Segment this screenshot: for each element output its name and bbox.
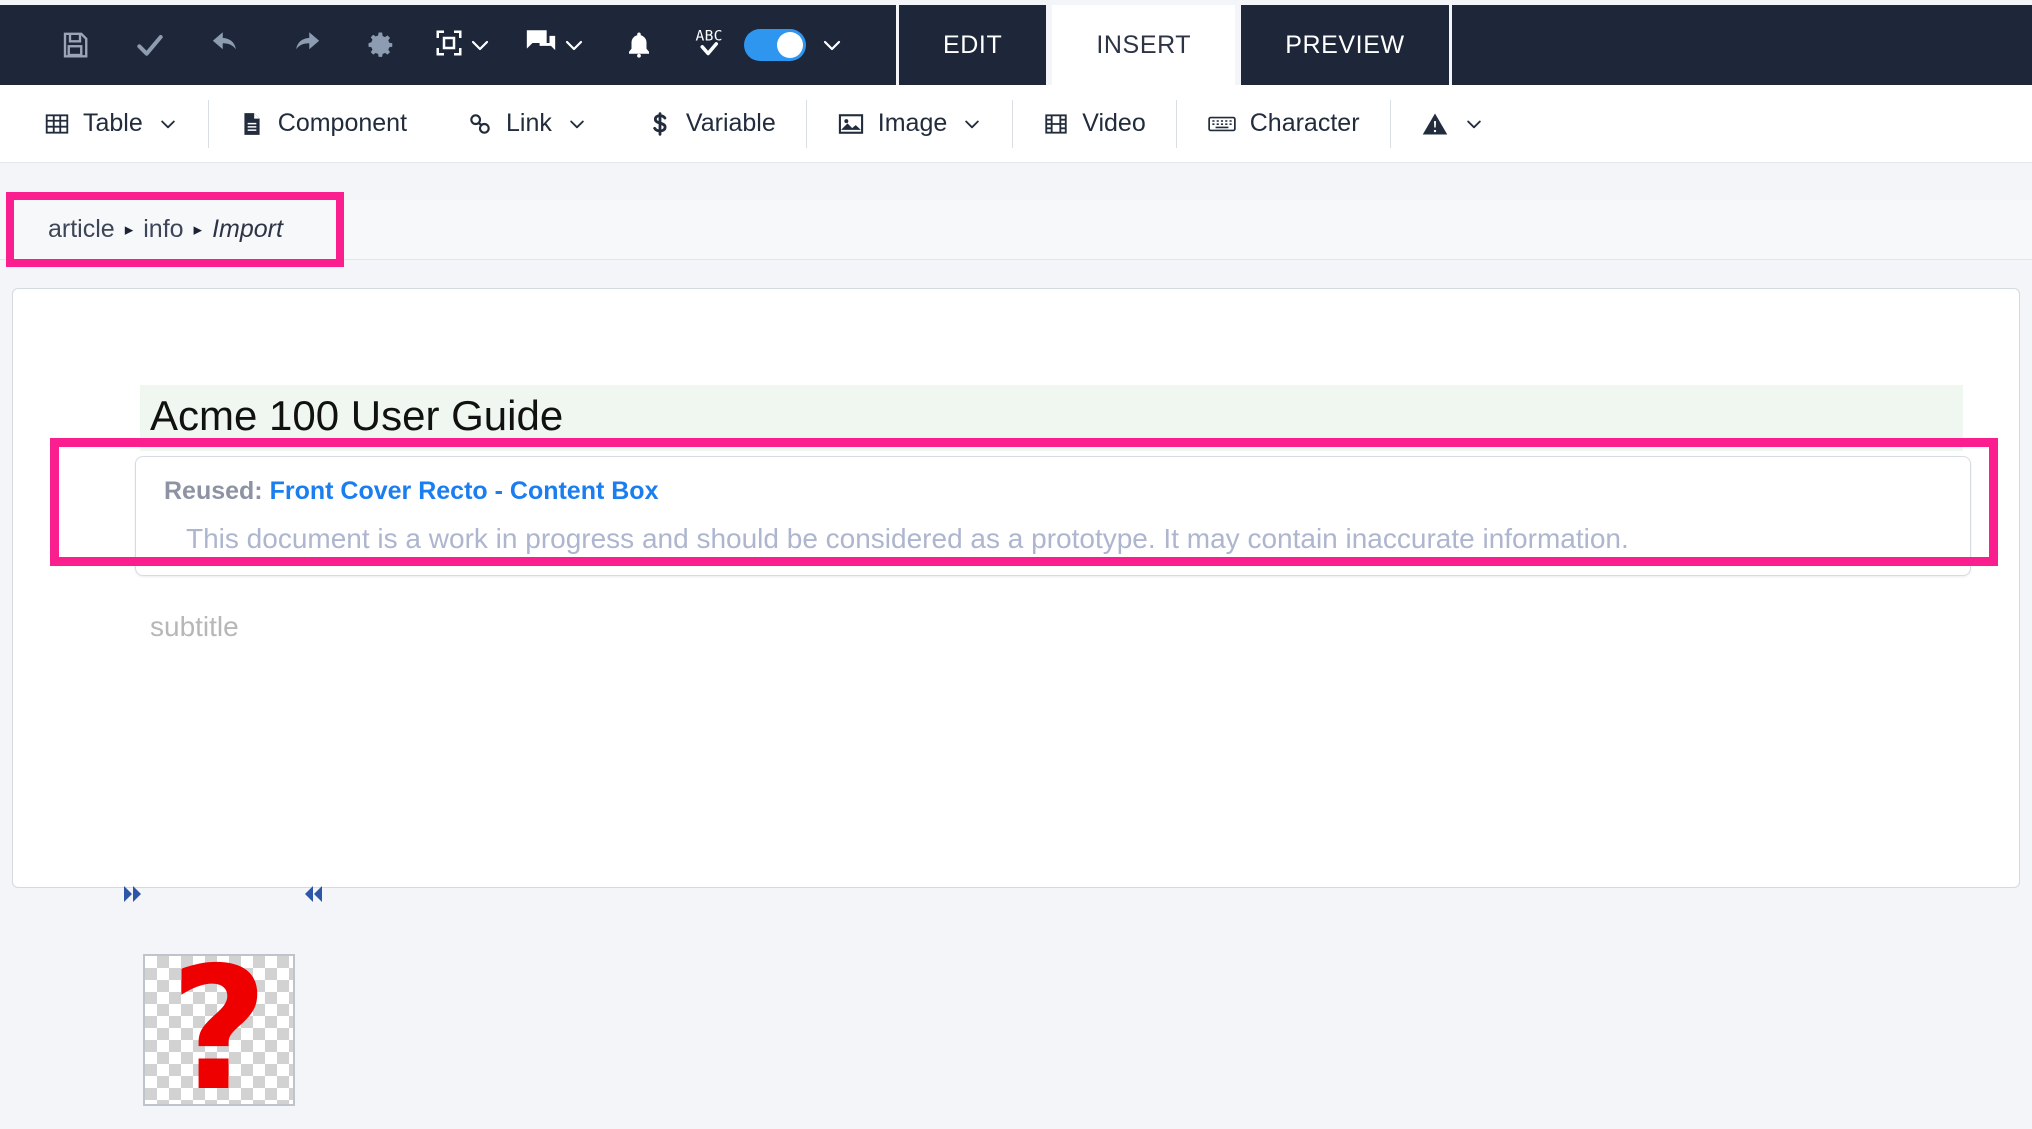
gear-icon[interactable] bbox=[344, 5, 418, 85]
reused-body-text: This document is a work in progress and … bbox=[186, 523, 1629, 554]
check-icon[interactable] bbox=[112, 5, 188, 85]
missing-image-question-icon: ? bbox=[169, 931, 269, 1129]
insert-video-label: Video bbox=[1082, 109, 1146, 137]
link-icon bbox=[467, 111, 493, 137]
insert-table-label: Table bbox=[83, 109, 143, 137]
mode-tabs: EDIT INSERT PREVIEW bbox=[896, 5, 1452, 85]
document-title[interactable]: Acme 100 User Guide bbox=[140, 385, 1963, 451]
image-marker-left-icon bbox=[121, 881, 147, 912]
save-icon[interactable] bbox=[38, 5, 112, 85]
chevron-down-icon bbox=[1464, 114, 1484, 134]
insert-variable-button[interactable]: Variable bbox=[617, 85, 806, 163]
chevron-down-icon bbox=[962, 114, 982, 134]
breadcrumb-item-info[interactable]: info bbox=[143, 215, 183, 244]
insert-link-label: Link bbox=[506, 109, 552, 137]
document-icon bbox=[239, 111, 265, 137]
insert-character-label: Character bbox=[1249, 109, 1360, 137]
insert-variable-label: Variable bbox=[685, 109, 776, 137]
spellcheck-toggle[interactable] bbox=[744, 29, 806, 61]
warning-triangle-icon bbox=[1421, 110, 1449, 138]
insert-warning-menu[interactable] bbox=[1391, 85, 1514, 163]
table-icon bbox=[44, 111, 70, 137]
top-toolbar: ABC EDIT INSERT PREVIEW bbox=[0, 5, 2032, 85]
breadcrumb: article ▸ info ▸ Import bbox=[0, 215, 283, 244]
tab-insert[interactable]: INSERT bbox=[1049, 5, 1239, 85]
insert-character-button[interactable]: Character bbox=[1177, 85, 1390, 163]
image-placeholder[interactable]: ? bbox=[143, 931, 295, 1129]
top-toolbar-icon-group: ABC bbox=[0, 5, 860, 85]
dollar-icon bbox=[647, 111, 673, 137]
image-icon bbox=[837, 110, 865, 138]
reused-link[interactable]: Front Cover Recto - Content Box bbox=[270, 477, 659, 505]
insert-video-button[interactable]: Video bbox=[1013, 85, 1176, 163]
tab-preview[interactable]: PREVIEW bbox=[1238, 5, 1452, 85]
film-icon bbox=[1043, 111, 1069, 137]
breadcrumb-bar: article ▸ info ▸ Import bbox=[0, 200, 2032, 260]
image-marker-right-icon bbox=[299, 881, 325, 912]
insert-toolbar: Table Component Link Variable Image Vide… bbox=[0, 85, 2032, 163]
insert-image-label: Image bbox=[877, 109, 948, 137]
editor-canvas[interactable]: Acme 100 User Guide Reused: Front Cover … bbox=[12, 288, 2020, 1115]
insert-image-button[interactable]: Image bbox=[807, 85, 1012, 163]
comments-menu[interactable] bbox=[508, 5, 602, 85]
chevron-down-icon bbox=[562, 33, 586, 57]
fullscreen-icon bbox=[434, 28, 464, 63]
subtitle-placeholder[interactable]: subtitle bbox=[150, 611, 239, 643]
reused-header: Reused: Front Cover Recto - Content Box bbox=[164, 477, 659, 506]
chevron-down-icon bbox=[468, 33, 492, 57]
insert-component-label: Component bbox=[277, 109, 408, 137]
breadcrumb-item-import[interactable]: Import bbox=[212, 215, 283, 244]
chevron-down-icon bbox=[567, 114, 587, 134]
insert-component-button[interactable]: Component bbox=[209, 85, 437, 163]
chevron-down-icon bbox=[158, 114, 178, 134]
breadcrumb-item-article[interactable]: article bbox=[48, 215, 115, 244]
breadcrumb-separator: ▸ bbox=[124, 219, 134, 239]
toggle-knob bbox=[777, 32, 803, 58]
svg-text:ABC: ABC bbox=[696, 27, 723, 44]
reused-content-box[interactable]: Reused: Front Cover Recto - Content Box … bbox=[135, 456, 1971, 576]
redo-icon[interactable] bbox=[266, 5, 344, 85]
reused-label: Reused: bbox=[164, 477, 263, 505]
undo-icon[interactable] bbox=[188, 5, 266, 85]
spellcheck-control[interactable]: ABC bbox=[676, 5, 860, 85]
fullscreen-menu[interactable] bbox=[418, 5, 508, 85]
insert-link-button[interactable]: Link bbox=[437, 85, 617, 163]
tab-edit[interactable]: EDIT bbox=[896, 5, 1050, 85]
insert-table-button[interactable]: Table bbox=[0, 85, 208, 163]
chevron-down-icon[interactable] bbox=[820, 33, 844, 57]
comment-icon bbox=[524, 26, 558, 65]
bell-icon[interactable] bbox=[602, 5, 676, 85]
breadcrumb-separator: ▸ bbox=[193, 219, 203, 239]
abc-spellcheck-icon: ABC bbox=[692, 24, 730, 67]
keyboard-icon bbox=[1207, 109, 1237, 139]
